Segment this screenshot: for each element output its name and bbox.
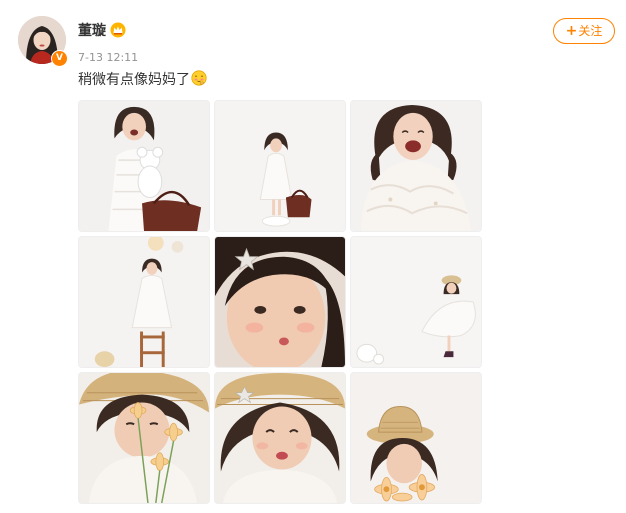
photo-girl-laughing-closeup — [351, 101, 481, 231]
follow-plus-icon: + — [565, 23, 578, 39]
photo-thumbnail-8[interactable] — [214, 372, 346, 504]
photo-girl-face-closeup-star-clip — [215, 237, 345, 367]
verified-badge: V — [51, 50, 68, 67]
photo-girl-with-bear-and-bag — [79, 101, 209, 231]
post-text-content: 稍微有点像妈妈了 — [78, 72, 190, 88]
photo-thumbnail-4[interactable] — [78, 236, 210, 368]
photo-thumbnail-3[interactable] — [350, 100, 482, 232]
follow-button-label: 关注 — [578, 24, 603, 38]
photo-thumbnail-2[interactable] — [214, 100, 346, 232]
author-name[interactable]: 董璇 — [78, 22, 106, 40]
photo-thumbnail-5[interactable] — [214, 236, 346, 368]
photo-girl-pouting-straw-hat — [215, 373, 345, 503]
vip-crown-icon[interactable] — [110, 22, 126, 38]
photo-girl-standing-with-bag — [215, 101, 345, 231]
weibo-post-card: V 董璇 7-13 12:11 稍微有点像妈妈了 +关注 — [0, 0, 626, 513]
photo-thumbnail-9[interactable] — [350, 372, 482, 504]
photo-girl-on-ladder — [79, 237, 209, 367]
photo-girl-with-straw-hat-flowers — [79, 373, 209, 503]
photo-grid — [78, 100, 482, 504]
photo-girl-jumping-with-hat — [351, 237, 481, 367]
post-timestamp[interactable]: 7-13 12:11 — [78, 51, 138, 65]
shy-face-emoji-icon — [191, 70, 207, 86]
photo-girl-holding-straw-hat-flowers — [351, 373, 481, 503]
photo-thumbnail-1[interactable] — [78, 100, 210, 232]
photo-thumbnail-6[interactable] — [350, 236, 482, 368]
follow-button[interactable]: +关注 — [553, 18, 615, 44]
post-text: 稍微有点像妈妈了 — [78, 70, 207, 89]
photo-thumbnail-7[interactable] — [78, 372, 210, 504]
